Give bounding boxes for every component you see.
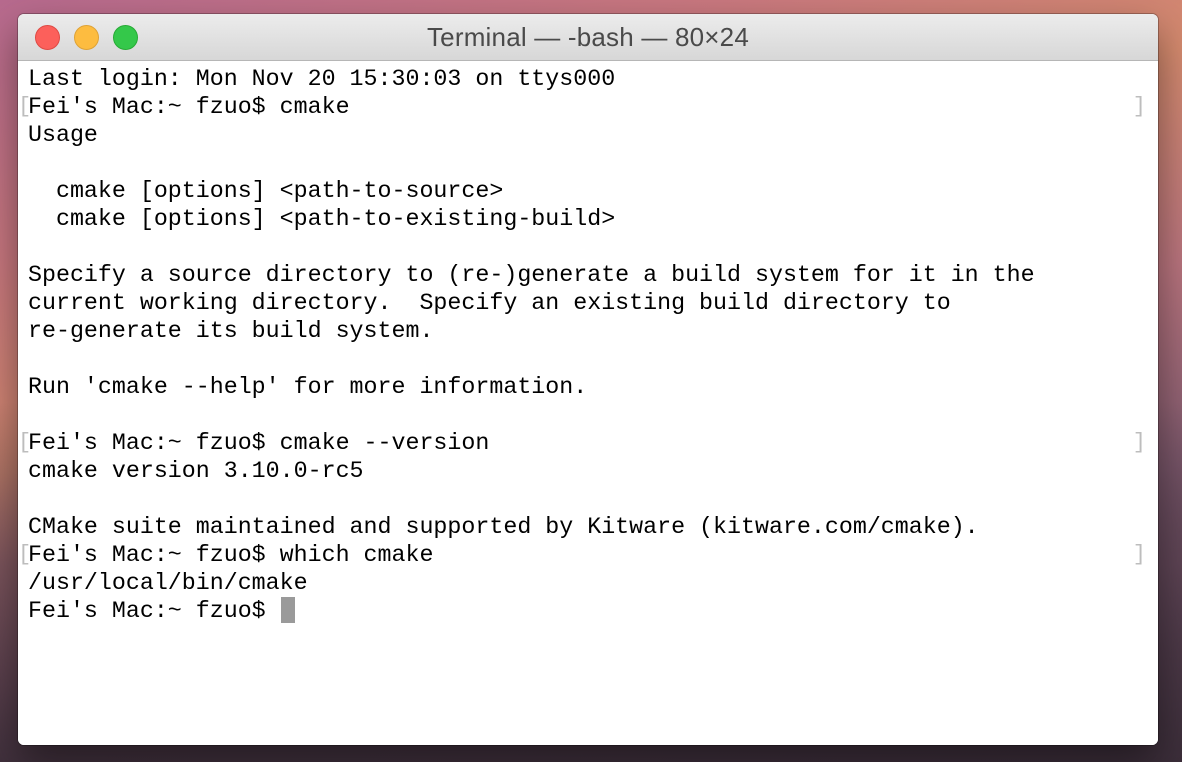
terminal-output-line: Usage — [28, 121, 1158, 149]
command-mark-right: ] — [1132, 542, 1146, 567]
command-mark-right: ] — [1132, 430, 1146, 455]
line-text: cmake [options] <path-to-existing-build> — [28, 206, 616, 232]
terminal-output-line: re-generate its build system. — [28, 317, 1158, 345]
line-text: Fei's Mac:~ fzuo$ cmake — [28, 94, 350, 120]
line-text: re-generate its build system. — [28, 318, 434, 344]
command-mark-left: [ — [18, 542, 32, 567]
title-bar[interactable]: Terminal — -bash — 80×24 — [18, 14, 1158, 61]
close-button[interactable] — [35, 25, 60, 50]
command-mark-left: [ — [18, 94, 32, 119]
terminal-output-line: cmake [options] <path-to-existing-build> — [28, 205, 1158, 233]
terminal-output-line: current working directory. Specify an ex… — [28, 289, 1158, 317]
terminal-output-line: /usr/local/bin/cmake — [28, 569, 1158, 597]
command-mark-right: ] — [1132, 94, 1146, 119]
line-text: Last login: Mon Nov 20 15:30:03 on ttys0… — [28, 66, 616, 92]
line-text: cmake version 3.10.0-rc5 — [28, 458, 364, 484]
text-cursor — [280, 597, 295, 623]
terminal-command-line: [] Fei's Mac:~ fzuo$ which cmake — [18, 541, 1158, 569]
terminal-output-line: CMake suite maintained and supported by … — [28, 513, 1158, 541]
line-text: Specify a source directory to (re-)gener… — [28, 262, 1035, 288]
line-text: CMake suite maintained and supported by … — [28, 514, 979, 540]
line-text: Fei's Mac:~ fzuo$ which cmake — [28, 542, 434, 568]
line-text: Run 'cmake --help' for more information. — [28, 374, 588, 400]
prompt-text: Fei's Mac:~ fzuo$ — [28, 598, 280, 624]
window-title: Terminal — -bash — 80×24 — [426, 21, 749, 52]
terminal-output-line: cmake version 3.10.0-rc5 — [28, 457, 1158, 485]
terminal-prompt-line[interactable]: Fei's Mac:~ fzuo$ — [28, 597, 1158, 625]
line-text: current working directory. Specify an ex… — [28, 290, 951, 316]
command-mark-left: [ — [18, 430, 32, 455]
line-text: Usage — [28, 122, 98, 148]
terminal-output: Last login: Mon Nov 20 15:30:03 on ttys0… — [18, 65, 1158, 597]
window-controls — [35, 25, 138, 50]
terminal-output-line: Specify a source directory to (re-)gener… — [28, 261, 1158, 289]
terminal-output-line: cmake [options] <path-to-source> — [28, 177, 1158, 205]
terminal-window[interactable]: Terminal — -bash — 80×24 Last login: Mon… — [18, 14, 1158, 745]
line-text: Fei's Mac:~ fzuo$ cmake --version — [28, 430, 490, 456]
line-text: /usr/local/bin/cmake — [28, 570, 308, 596]
terminal-output-line: Last login: Mon Nov 20 15:30:03 on ttys0… — [28, 65, 1158, 93]
line-text: cmake [options] <path-to-source> — [28, 178, 504, 204]
zoom-button[interactable] — [113, 25, 138, 50]
terminal-output-line: Run 'cmake --help' for more information. — [28, 373, 1158, 401]
terminal-content[interactable]: Last login: Mon Nov 20 15:30:03 on ttys0… — [18, 61, 1158, 745]
terminal-command-line: [] Fei's Mac:~ fzuo$ cmake — [18, 93, 1158, 121]
minimize-button[interactable] — [74, 25, 99, 50]
terminal-command-line: [] Fei's Mac:~ fzuo$ cmake --version — [18, 429, 1158, 457]
